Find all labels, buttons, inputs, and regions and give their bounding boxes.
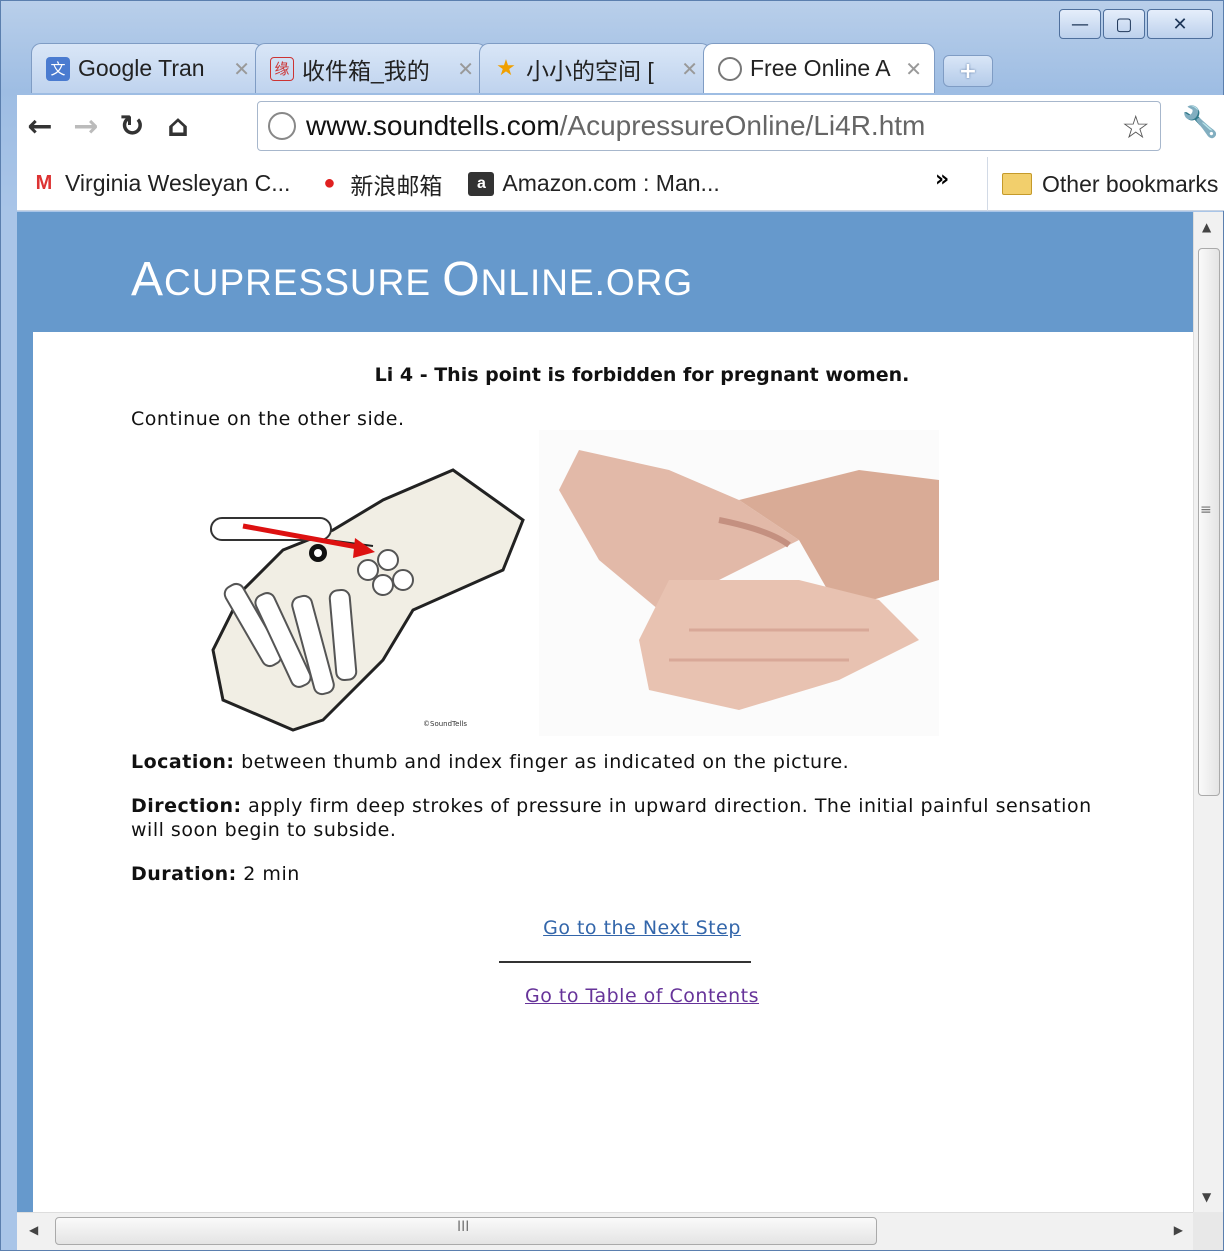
bookmark-label: 新浪邮箱 (350, 172, 443, 199)
other-bookmarks-label: Other bookmarks (1042, 170, 1219, 197)
maximize-button[interactable]: ▢ (1103, 9, 1145, 39)
vertical-scroll-thumb[interactable] (1198, 248, 1220, 796)
bookmarks-bar: M Virginia Wesleyan C... ● 新浪邮箱 a Amazon… (17, 157, 1224, 211)
folder-icon (1002, 173, 1032, 195)
bookmark-amazon[interactable]: a Amazon.com : Man... (468, 170, 720, 197)
vertical-scrollbar[interactable]: ▲ ≡ ▼ (1193, 212, 1223, 1212)
bookmark-sina-mail[interactable]: ● 新浪邮箱 (316, 167, 442, 201)
tab-google-translate[interactable]: 文 Google Tran ✕ (31, 43, 263, 93)
tab-title: Free Online A (750, 55, 891, 81)
site-logo[interactable]: ACUPRESSURE ONLINE.ORG (131, 252, 693, 307)
horizontal-scrollbar[interactable]: ◀ III ▶ (17, 1212, 1195, 1250)
bookmark-virginia-wesleyan[interactable]: M Virginia Wesleyan C... (31, 170, 291, 197)
next-step-link[interactable]: Go to the Next Step (33, 917, 1195, 939)
illustration-credit: ©SoundTells (423, 720, 467, 728)
direction-label: Direction: (131, 795, 242, 817)
close-window-button[interactable]: ✕ (1147, 9, 1213, 39)
back-icon[interactable]: ← (17, 109, 63, 144)
tab-strip: 文 Google Tran ✕ 缘 收件箱_我的 ✕ ★ 小小的空间 [ ✕ F… (31, 43, 993, 95)
duration-value: 2 min (236, 863, 300, 885)
scroll-right-icon[interactable]: ▶ (1174, 1223, 1183, 1237)
scroll-down-icon[interactable]: ▼ (1202, 1190, 1211, 1204)
scrollbar-corner (1193, 1212, 1223, 1250)
scroll-up-icon[interactable]: ▲ (1202, 220, 1211, 234)
tab-title: 收件箱_我的 (302, 57, 430, 84)
direction-text: Direction: apply firm deep strokes of pr… (131, 794, 1101, 842)
logo-letter: O (442, 253, 481, 306)
scroll-grip-icon: ≡ (1200, 502, 1212, 518)
bookmarks-overflow-icon[interactable]: » (935, 167, 949, 192)
window-controls: — ▢ ✕ (1059, 9, 1213, 39)
star-favicon-icon: ★ (496, 56, 516, 81)
url-text: www.soundtells.com/AcupressureOnline/Li4… (306, 110, 925, 142)
forward-icon[interactable]: → (63, 109, 109, 144)
scroll-left-icon[interactable]: ◀ (29, 1223, 38, 1237)
duration-label: Duration: (131, 863, 237, 885)
page-viewport: ACUPRESSURE ONLINE.ORG Li 4 - This point… (17, 212, 1195, 1212)
main-content: Li 4 - This point is forbidden for pregn… (33, 332, 1195, 1212)
close-tab-icon[interactable]: ✕ (233, 57, 250, 81)
url-path: /AcupressureOnline/Li4R.htm (559, 110, 926, 141)
google-translate-icon: 文 (46, 56, 70, 81)
home-icon[interactable]: ⌂ (155, 109, 201, 144)
tab-mail[interactable]: 缘 收件箱_我的 ✕ (255, 43, 487, 93)
url-domain: www.soundtells.com (306, 110, 560, 141)
divider (499, 961, 751, 963)
hand-skeleton-illustration: ©SoundTells (210, 468, 525, 732)
bookmark-label: Virginia Wesleyan C... (65, 170, 291, 196)
wrench-menu-icon[interactable]: 🔧 (1182, 105, 1219, 140)
direction-value: apply firm deep strokes of pressure in u… (131, 795, 1092, 841)
address-bar[interactable]: www.soundtells.com/AcupressureOnline/Li4… (257, 101, 1161, 151)
globe-icon (718, 56, 742, 81)
close-tab-icon[interactable]: ✕ (905, 57, 922, 81)
gmail-icon: M (35, 172, 53, 194)
amazon-icon: a (468, 171, 495, 196)
point-heading: Li 4 - This point is forbidden for pregn… (374, 364, 910, 386)
hand-pressure-photo (539, 430, 939, 736)
close-tab-icon[interactable]: ✕ (681, 57, 698, 81)
logo-letter: A (131, 253, 165, 306)
logo-text: CUPRESSURE (164, 262, 443, 303)
site-header: ACUPRESSURE ONLINE.ORG (17, 212, 1195, 332)
bookmark-star-icon[interactable]: ☆ (1121, 108, 1150, 146)
scroll-grip-icon: III (457, 1219, 470, 1235)
duration-text: Duration: 2 min (131, 862, 1101, 886)
sina-weibo-icon: ● (323, 172, 336, 194)
other-bookmarks[interactable]: Other bookmarks (987, 157, 1218, 211)
page-info-icon[interactable] (268, 112, 296, 140)
navigation-toolbar: ← → ↻ ⌂ www.soundtells.com/AcupressureOn… (17, 95, 1224, 157)
minimize-button[interactable]: — (1059, 9, 1101, 39)
location-label: Location: (131, 751, 235, 773)
bookmark-label: Amazon.com : Man... (502, 170, 720, 196)
new-tab-button[interactable]: + (943, 55, 993, 87)
instruction-text: Continue on the other side. (131, 408, 405, 430)
close-tab-icon[interactable]: ✕ (457, 57, 474, 81)
browser-window: — ▢ ✕ 文 Google Tran ✕ 缘 收件箱_我的 ✕ ★ 小小的空间… (0, 0, 1224, 1251)
tab-title: Google Tran (78, 55, 205, 81)
tab-space[interactable]: ★ 小小的空间 [ ✕ (479, 43, 711, 93)
reload-icon[interactable]: ↻ (109, 109, 155, 144)
tab-title: 小小的空间 [ (526, 57, 654, 84)
tab-free-online[interactable]: Free Online A ✕ (703, 43, 935, 93)
location-text: Location: between thumb and index finger… (131, 750, 1101, 774)
logo-text: NLINE.ORG (480, 262, 694, 303)
location-value: between thumb and index finger as indica… (234, 751, 850, 773)
table-of-contents-link[interactable]: Go to Table of Contents (33, 985, 1195, 1007)
mail-icon: 缘 (270, 56, 294, 81)
